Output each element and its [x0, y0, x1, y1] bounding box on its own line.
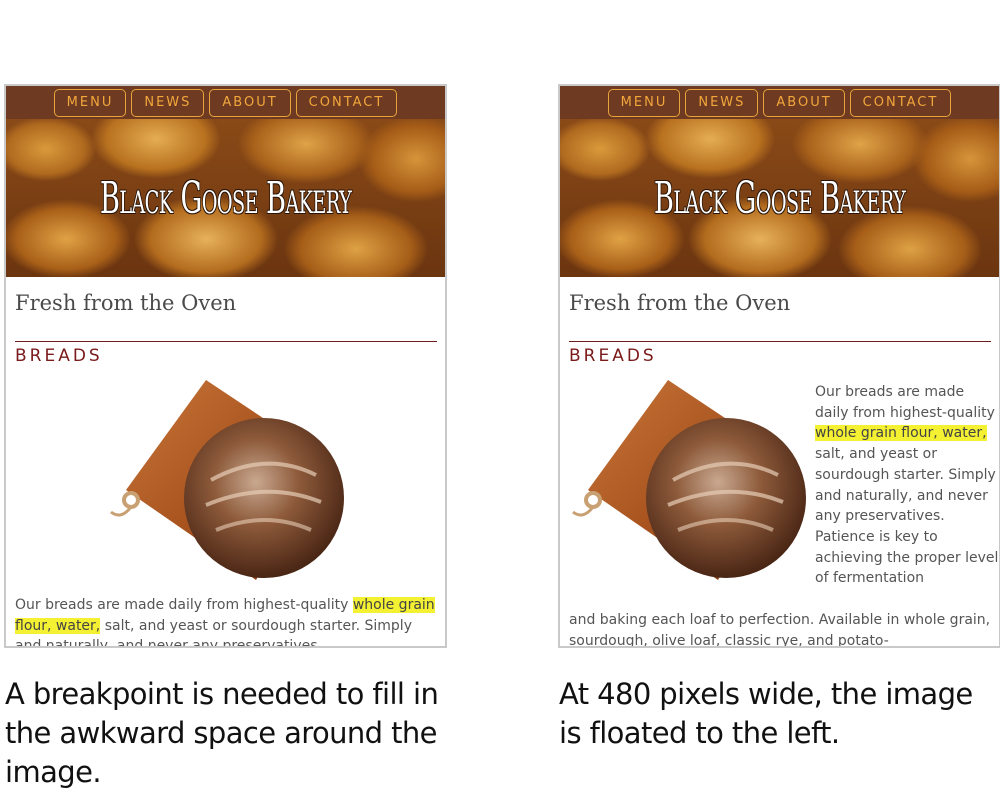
caption-left: A breakpoint is needed to fill in the aw…	[5, 677, 439, 789]
bread-description-floated: Our breads are made daily from highest-q…	[815, 382, 999, 589]
description-text-start: Our breads are made daily from highest-q…	[815, 384, 995, 421]
phone-mockup-left: MENU NEWS ABOUT CONTACT Black Goose Bake…	[4, 84, 447, 648]
nav-bar: MENU NEWS ABOUT CONTACT	[6, 86, 445, 119]
page-title: Fresh from the Oven	[569, 291, 791, 315]
nav-contact-button[interactable]: CONTACT	[295, 88, 398, 117]
hero-banner: Black Goose Bakery	[560, 119, 999, 277]
site-logo-title: Black Goose Bakery	[99, 172, 352, 224]
site-logo-title: Black Goose Bakery	[653, 172, 906, 224]
hero-banner: Black Goose Bakery	[6, 119, 445, 277]
divider	[569, 341, 991, 342]
description-text-start: Our breads are made daily from highest-q…	[15, 597, 353, 613]
nav-menu-button[interactable]: MENU	[607, 88, 681, 117]
section-subhead: BREADS	[569, 346, 657, 366]
divider	[15, 341, 437, 342]
bread-description-continued: and baking each loaf to perfection. Avai…	[569, 612, 991, 648]
caption-right: At 480 pixels wide, the image is floated…	[559, 677, 973, 750]
page-title: Fresh from the Oven	[15, 291, 237, 315]
nav-bar: MENU NEWS ABOUT CONTACT	[560, 86, 999, 119]
description-text-end: salt, and yeast or sourdough starter. Si…	[815, 446, 999, 587]
nav-about-button[interactable]: ABOUT	[209, 88, 291, 117]
bread-on-board-image	[110, 380, 344, 580]
highlighted-ingredients: whole grain flour, water,	[815, 425, 987, 442]
nav-news-button[interactable]: NEWS	[685, 88, 759, 117]
nav-news-button[interactable]: NEWS	[131, 88, 205, 117]
phone-mockup-right: MENU NEWS ABOUT CONTACT Black Goose Bake…	[558, 84, 1000, 648]
bread-on-board-image	[572, 380, 806, 580]
nav-menu-button[interactable]: MENU	[53, 88, 127, 117]
nav-about-button[interactable]: ABOUT	[763, 88, 845, 117]
bread-description: Our breads are made daily from highest-q…	[15, 595, 440, 646]
nav-contact-button[interactable]: CONTACT	[849, 88, 952, 117]
section-subhead: BREADS	[15, 346, 103, 366]
